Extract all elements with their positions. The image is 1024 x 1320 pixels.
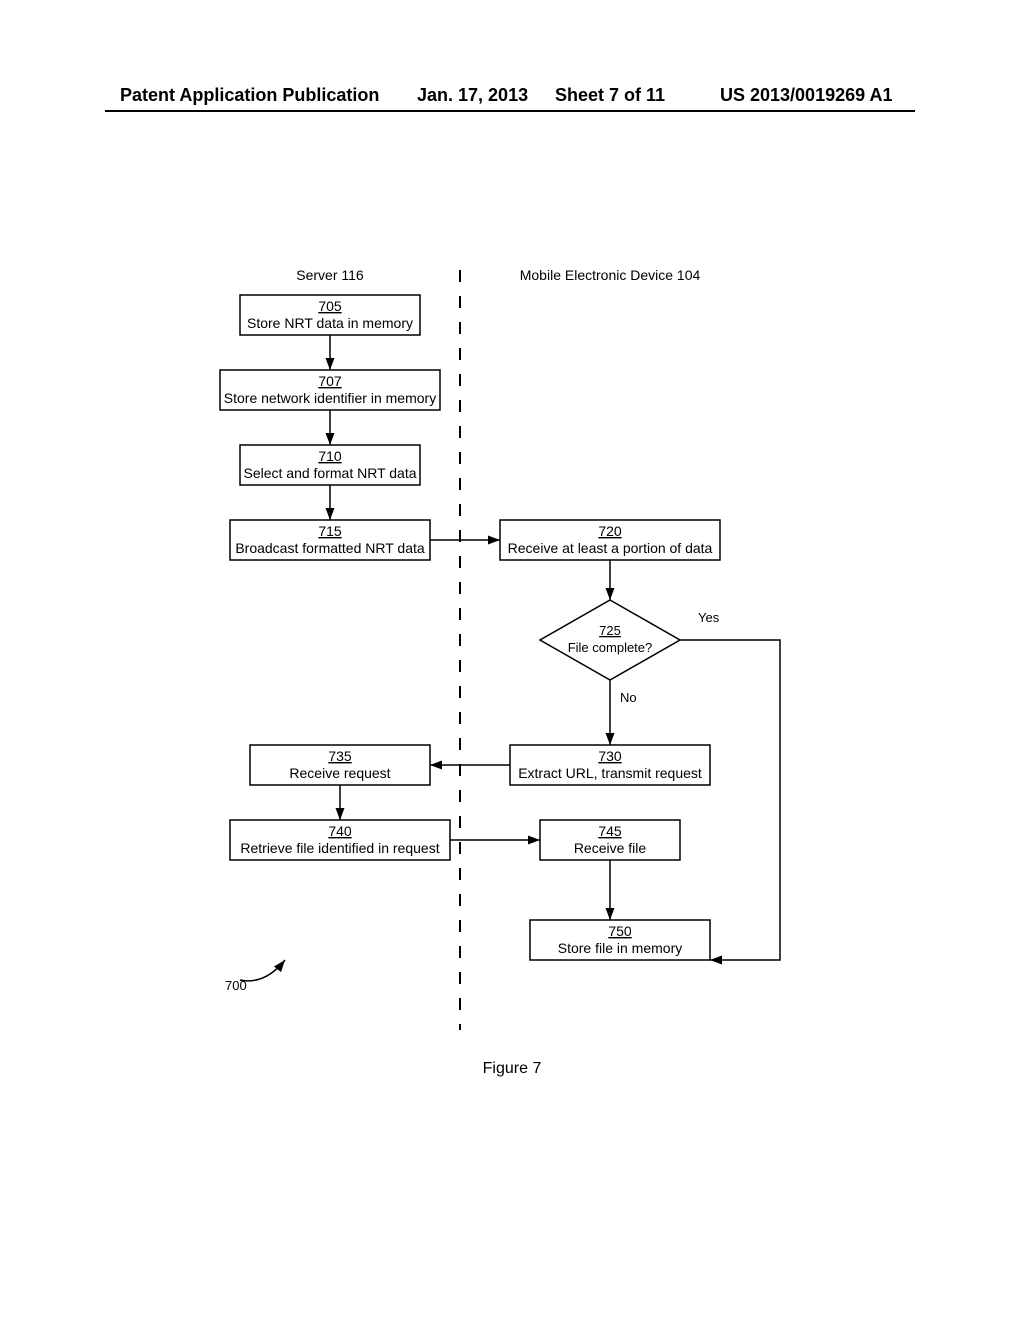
label-yes: Yes	[698, 610, 720, 625]
box-707-num: 707	[318, 373, 342, 389]
ref-700-label: 700	[225, 978, 247, 993]
box-705-num: 705	[318, 298, 342, 314]
box-715-text: Broadcast formatted NRT data	[235, 540, 425, 556]
box-740-num: 740	[328, 823, 352, 839]
flowchart: Server 116 Mobile Electronic Device 104 …	[210, 260, 830, 1040]
publication-type: Patent Application Publication	[120, 85, 379, 106]
right-lane-title: Mobile Electronic Device 104	[520, 267, 701, 283]
box-725-num: 725	[599, 623, 621, 638]
box-705-text: Store NRT data in memory	[247, 315, 413, 331]
box-730-num: 730	[598, 748, 622, 764]
figure-caption: Figure 7	[0, 1060, 1024, 1078]
publication-date: Jan. 17, 2013	[417, 85, 528, 106]
box-745-text: Receive file	[574, 840, 647, 856]
publication-number: US 2013/0019269 A1	[720, 85, 892, 106]
box-740-text: Retrieve file identified in request	[240, 840, 439, 856]
box-735-text: Receive request	[289, 765, 390, 781]
header-rule	[105, 110, 915, 112]
box-720-text: Receive at least a portion of data	[508, 540, 713, 556]
box-735-num: 735	[328, 748, 352, 764]
ref-700-leader	[240, 960, 285, 981]
box-750-text: Store file in memory	[558, 940, 682, 956]
box-715-num: 715	[318, 523, 342, 539]
box-710-text: Select and format NRT data	[243, 465, 416, 481]
arrow-725-yes-750	[680, 640, 780, 960]
box-710-num: 710	[318, 448, 342, 464]
sheet-number: Sheet 7 of 11	[555, 85, 665, 106]
label-no: No	[620, 690, 637, 705]
box-720-num: 720	[598, 523, 622, 539]
left-lane-title: Server 116	[296, 267, 364, 283]
box-745-num: 745	[598, 823, 622, 839]
box-750-num: 750	[608, 923, 632, 939]
box-725-text: File complete?	[568, 640, 653, 655]
box-707-text: Store network identifier in memory	[224, 390, 436, 406]
box-730-text: Extract URL, transmit request	[518, 765, 702, 781]
